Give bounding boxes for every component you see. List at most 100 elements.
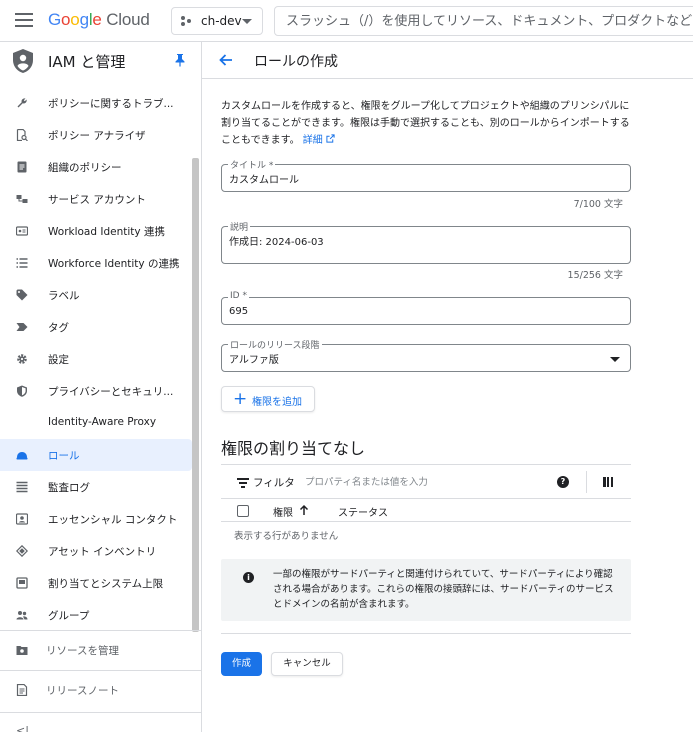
release-stage-label: ロールのリリース段階 bbox=[228, 338, 322, 351]
logo-letter: g bbox=[79, 10, 89, 29]
sidebar-item-release-notes[interactable]: リリースノート bbox=[0, 672, 201, 708]
google-cloud-logo[interactable]: Google Cloud bbox=[48, 10, 150, 30]
info-icon: i bbox=[243, 572, 254, 583]
sidebar-item-15[interactable]: アセット インベントリ bbox=[0, 535, 192, 567]
id-input[interactable] bbox=[222, 298, 630, 324]
cancel-button[interactable]: キャンセル bbox=[271, 652, 343, 676]
title-char-counter: 7/100 文字 bbox=[573, 199, 623, 210]
pin-icon[interactable] bbox=[174, 53, 186, 67]
release-stage-value: アルファ版 bbox=[229, 355, 279, 366]
divider bbox=[0, 712, 201, 713]
release-stage-select[interactable]: ロールのリリース段階 アルファ版 bbox=[221, 338, 631, 372]
sidebar-item-6[interactable]: Workforce Identity の連携 bbox=[0, 247, 192, 279]
help-icon[interactable]: ? bbox=[557, 476, 569, 488]
title-input[interactable] bbox=[222, 165, 630, 191]
sidebar-item-label: ポリシー アナライザ bbox=[48, 130, 146, 142]
logo-letter: o bbox=[61, 10, 71, 29]
sidebar-item-label: グループ bbox=[48, 610, 90, 622]
sidebar-item-12[interactable]: ロール bbox=[0, 439, 192, 471]
sidebar-item-label: Workforce Identity の連携 bbox=[48, 258, 180, 270]
description-textarea[interactable]: 作成日: 2024-06-03 bbox=[222, 227, 630, 261]
sidebar-item-4[interactable]: サービス アカウント bbox=[0, 183, 192, 215]
folder-gear-icon bbox=[16, 646, 28, 655]
sidebar-item-14[interactable]: エッセンシャル コンタクト bbox=[0, 503, 192, 535]
sidebar-item-label: Workload Identity 連携 bbox=[48, 226, 165, 238]
sort-arrow-up-icon[interactable] bbox=[299, 504, 309, 516]
column-header-status[interactable]: ステータス bbox=[338, 504, 388, 519]
page-title: ロールの作成 bbox=[254, 54, 338, 70]
sidebar-item-5[interactable]: Workload Identity 連携 bbox=[0, 215, 192, 247]
description-field[interactable]: 説明 作成日: 2024-06-03 bbox=[221, 220, 631, 264]
tag-icon bbox=[16, 289, 28, 301]
sidebar-item-manage-resources[interactable]: リソースを管理 bbox=[0, 632, 201, 668]
sidebar-item-8[interactable]: タグ bbox=[0, 311, 192, 343]
sidebar-item-13[interactable]: 監査ログ bbox=[0, 471, 192, 503]
back-arrow-icon[interactable] bbox=[218, 52, 234, 68]
search-box[interactable] bbox=[274, 6, 693, 36]
intro-text: カスタムロールを作成すると、権限をグループ化してプロジェクトや組織のプリンシパル… bbox=[221, 98, 635, 149]
sidebar-item-label: リリースノート bbox=[46, 685, 119, 697]
sidebar-item-9[interactable]: 設定 bbox=[0, 343, 192, 375]
column-header-permission[interactable]: 権限 bbox=[273, 504, 293, 519]
sidebar-item-3[interactable]: 組織のポリシー bbox=[0, 151, 192, 183]
sidebar-item-2[interactable]: ポリシー アナライザ bbox=[0, 119, 192, 151]
external-link-icon bbox=[326, 134, 335, 143]
empty-table-message: 表示する行がありません bbox=[234, 531, 339, 542]
select-all-checkbox[interactable] bbox=[237, 505, 249, 517]
learn-more-label: 詳細 bbox=[302, 135, 323, 146]
main-menu-icon[interactable] bbox=[15, 13, 33, 27]
plus-icon: + bbox=[233, 389, 248, 409]
divider bbox=[0, 630, 201, 631]
info-text: 一部の権限がサードパーティと関連付けられていて、サードパーティにより確認される場… bbox=[273, 569, 614, 610]
section-title: 権限の割り当てなし bbox=[221, 439, 366, 458]
project-icon bbox=[181, 16, 191, 26]
logo-letter: o bbox=[70, 10, 80, 29]
service-account-icon bbox=[16, 195, 28, 203]
tag-arrow-icon bbox=[16, 323, 28, 331]
sidebar-header: IAM と管理 bbox=[0, 42, 201, 80]
sidebar-item-10[interactable]: プライバシーとセキュリ... bbox=[0, 375, 192, 407]
create-button[interactable]: 作成 bbox=[221, 652, 262, 676]
title-field[interactable]: タイトル * bbox=[221, 158, 631, 192]
filter-input[interactable] bbox=[305, 471, 545, 493]
chevron-down-icon bbox=[242, 19, 252, 24]
filter-icon[interactable] bbox=[237, 478, 249, 488]
add-permissions-button[interactable]: + 権限を追加 bbox=[221, 386, 315, 412]
sidebar-item-17[interactable]: グループ bbox=[0, 599, 192, 631]
sidebar-item-label: ラベル bbox=[48, 290, 80, 302]
filter-bar: フィルタ ? bbox=[221, 464, 631, 498]
sidebar-item-16[interactable]: 割り当てとシステム上限 bbox=[0, 567, 192, 599]
learn-more-link[interactable]: 詳細 bbox=[302, 134, 335, 146]
divider bbox=[221, 633, 631, 634]
audit-log-icon bbox=[16, 481, 28, 493]
sidebar-scrollbar[interactable] bbox=[192, 158, 199, 632]
main-content: ロールの作成 カスタムロールを作成すると、権限をグループ化してプロジェクトや組織… bbox=[202, 42, 693, 732]
logo-letter: e bbox=[92, 10, 102, 29]
description-char-counter: 15/256 文字 bbox=[567, 270, 623, 281]
document-icon bbox=[17, 161, 27, 173]
id-field[interactable]: ID * bbox=[221, 291, 631, 325]
project-picker-button[interactable]: ch-dev bbox=[171, 7, 263, 35]
sidebar-item-11[interactable]: Identity-Aware Proxy bbox=[0, 407, 192, 439]
iam-shield-icon bbox=[13, 49, 33, 73]
title-field-label: タイトル * bbox=[228, 158, 276, 171]
table-header: 権限 ステータス bbox=[221, 498, 631, 522]
quota-icon bbox=[16, 577, 28, 589]
sidebar-item-label: プライバシーとセキュリ... bbox=[48, 386, 174, 398]
group-icon bbox=[16, 611, 28, 620]
sidebar-item-1[interactable]: ポリシーに関するトラブ... bbox=[0, 87, 192, 119]
sidebar-item-label: 監査ログ bbox=[48, 482, 90, 494]
sidebar-item-7[interactable]: ラベル bbox=[0, 279, 192, 311]
sidebar-item-label: タグ bbox=[48, 322, 69, 334]
sidebar-item-label: サービス アカウント bbox=[48, 194, 146, 206]
sidebar-item-label: リソースを管理 bbox=[46, 645, 119, 657]
sidebar-item-label: ロール bbox=[48, 450, 80, 462]
search-input[interactable] bbox=[275, 7, 693, 35]
page-header: ロールの作成 bbox=[202, 42, 693, 79]
column-display-icon[interactable] bbox=[603, 477, 613, 487]
collapse-sidebar-button[interactable]: <| bbox=[16, 724, 29, 732]
logo-cloud-text: Cloud bbox=[106, 10, 150, 29]
sidebar-item-label: ポリシーに関するトラブ... bbox=[48, 98, 174, 110]
info-banner: i 一部の権限がサードパーティと関連付けられていて、サードパーティにより確認され… bbox=[221, 559, 631, 621]
sidebar-item-label: 設定 bbox=[48, 354, 69, 366]
